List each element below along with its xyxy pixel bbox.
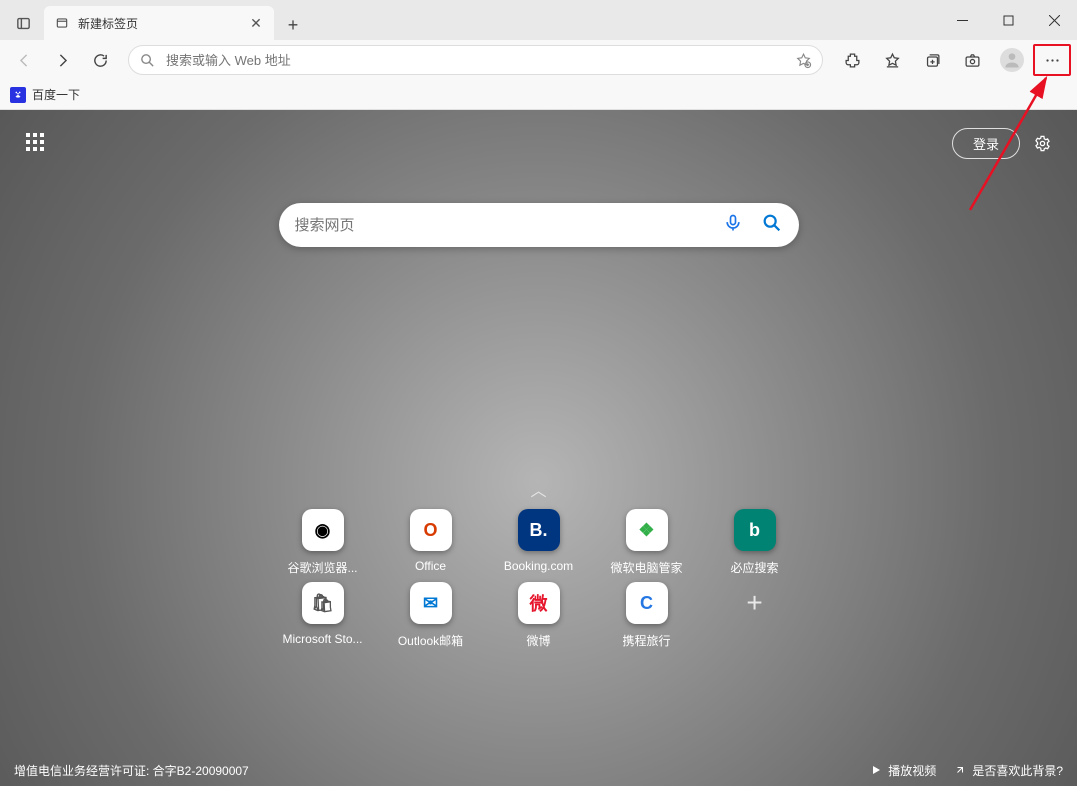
toolbar-right xyxy=(833,44,1071,76)
quick-link-tile[interactable]: O Office xyxy=(377,509,485,576)
avatar-icon xyxy=(1000,48,1024,72)
quick-link-tile[interactable]: 🛍 Microsoft Sto... xyxy=(269,582,377,649)
more-menu-button[interactable] xyxy=(1033,44,1071,76)
tile-label: 微软电脑管家 xyxy=(610,559,682,576)
ntp-search-box[interactable] xyxy=(279,203,799,247)
quick-link-tile[interactable]: B. Booking.com xyxy=(485,509,593,576)
plus-icon: + xyxy=(734,582,776,624)
new-tab-button[interactable]: + xyxy=(278,10,308,40)
tile-icon: ❖ xyxy=(626,509,668,551)
maximize-button[interactable] xyxy=(985,0,1031,40)
address-input[interactable] xyxy=(166,53,795,68)
background-feedback-button[interactable]: 是否喜欢此背景? xyxy=(954,762,1063,779)
quick-link-tile[interactable]: 微微博 xyxy=(485,582,593,649)
baidu-icon xyxy=(10,87,26,103)
browser-tab[interactable]: 新建标签页 ✕ xyxy=(44,6,274,40)
tile-label: 携程旅行 xyxy=(622,632,670,649)
page-settings-button[interactable] xyxy=(1034,135,1051,152)
window-controls xyxy=(939,0,1077,40)
tab-close-icon[interactable]: ✕ xyxy=(248,15,264,31)
tile-icon: 微 xyxy=(518,582,560,624)
ntp-search-input[interactable] xyxy=(295,217,723,234)
quick-link-tile[interactable]: C 携程旅行 xyxy=(593,582,701,649)
add-favorite-icon[interactable] xyxy=(795,52,812,69)
license-text: 增值电信业务经营许可证: 合字B2-20090007 xyxy=(14,762,249,779)
voice-search-icon[interactable] xyxy=(723,213,743,238)
quick-link-tile[interactable]: b 必应搜索 xyxy=(701,509,809,576)
tile-icon: C xyxy=(626,582,668,624)
quick-links-grid: ◉ 谷歌浏览器... O Office B. Booking.com ❖ 微软电脑管家 b 必应搜… xyxy=(0,509,1077,649)
tab-title: 新建标签页 xyxy=(78,15,248,32)
add-quick-link-button[interactable]: + xyxy=(701,582,809,649)
forward-button[interactable] xyxy=(44,44,80,76)
quick-link-tile[interactable]: ✉ Outlook邮箱 xyxy=(377,582,485,649)
tab-actions-icon[interactable] xyxy=(6,6,40,40)
new-tab-page: 登录 ︿ ◉ 谷歌浏览器... O Office B. Booking.com ❖ 微软电脑管… xyxy=(0,110,1077,786)
collections-button[interactable] xyxy=(913,44,951,76)
search-submit-icon[interactable] xyxy=(761,212,783,239)
bookmark-label: 百度一下 xyxy=(32,86,80,103)
tab-favicon xyxy=(54,15,70,31)
tile-label: Office xyxy=(415,559,446,573)
app-launcher-button[interactable] xyxy=(26,133,48,155)
tile-icon: 🛍 xyxy=(302,582,344,624)
tile-label: 微博 xyxy=(526,632,550,649)
page-footer: 增值电信业务经营许可证: 合字B2-20090007 播放视频 是否喜欢此背景? xyxy=(0,754,1077,786)
profile-button[interactable] xyxy=(993,44,1031,76)
tile-label: Outlook邮箱 xyxy=(398,632,463,649)
close-window-button[interactable] xyxy=(1031,0,1077,40)
screenshot-button[interactable] xyxy=(953,44,991,76)
expand-feed-button[interactable]: ︿ xyxy=(0,477,1077,501)
play-video-button[interactable]: 播放视频 xyxy=(870,762,936,779)
tile-icon: O xyxy=(410,509,452,551)
quick-link-tile[interactable]: ❖ 微软电脑管家 xyxy=(593,509,701,576)
bookmark-item[interactable]: 百度一下 xyxy=(10,86,80,103)
tile-label: Booking.com xyxy=(504,559,573,573)
back-button[interactable] xyxy=(6,44,42,76)
tile-icon: ✉ xyxy=(410,582,452,624)
favorites-button[interactable] xyxy=(873,44,911,76)
tile-label: 必应搜索 xyxy=(730,559,778,576)
navbar xyxy=(0,40,1077,80)
tile-icon: ◉ xyxy=(302,509,344,551)
login-button[interactable]: 登录 xyxy=(952,128,1020,159)
tabstrip: 新建标签页 ✕ + xyxy=(0,0,939,40)
bookmarks-bar: 百度一下 xyxy=(0,80,1077,110)
extensions-button[interactable] xyxy=(833,44,871,76)
titlebar: 新建标签页 ✕ + xyxy=(0,0,1077,40)
reload-button[interactable] xyxy=(82,44,118,76)
address-bar[interactable] xyxy=(128,45,823,75)
tile-label: Microsoft Sto... xyxy=(282,632,362,646)
quick-link-tile[interactable]: ◉ 谷歌浏览器... xyxy=(269,509,377,576)
search-icon xyxy=(139,52,156,69)
tile-icon: b xyxy=(734,509,776,551)
tile-icon: B. xyxy=(518,509,560,551)
tile-label: 谷歌浏览器... xyxy=(287,559,357,576)
minimize-button[interactable] xyxy=(939,0,985,40)
